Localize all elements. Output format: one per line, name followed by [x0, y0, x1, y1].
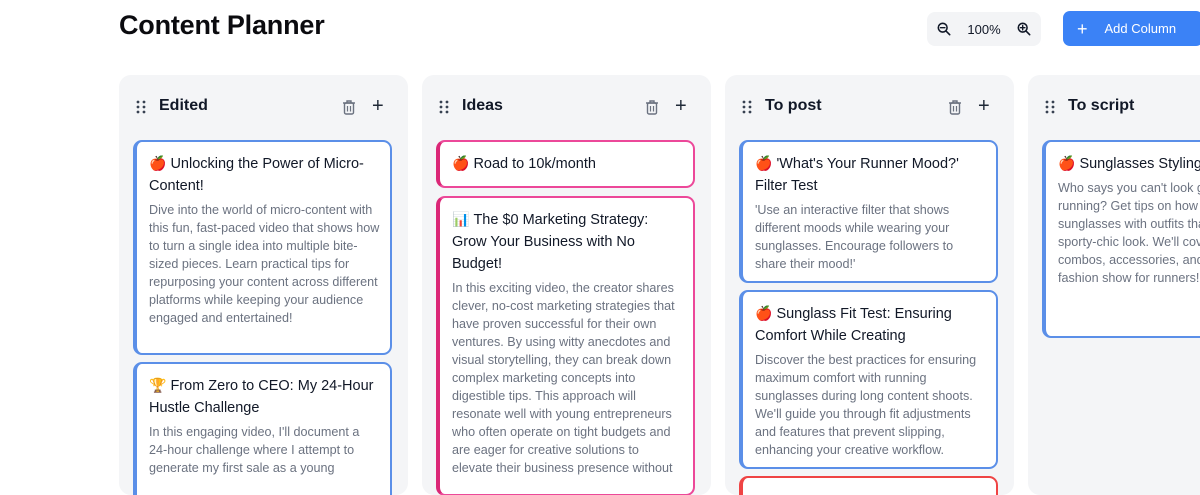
apple-icon: 🍎 — [755, 305, 773, 321]
card-title: 🏆 From Zero to CEO: My 24-Hour Hustle Cha… — [149, 377, 374, 416]
column-header: Edited + — [119, 93, 408, 121]
card-description: 'Use an interactive filter that shows di… — [755, 203, 954, 271]
card[interactable]: 🍎 Sunglass Fit Test: Ensuring Comfort Whi… — [739, 290, 998, 469]
column-to-post: To post + 🍎 'What's Your Runner Mood?' Fi… — [725, 75, 1014, 495]
card-title: 📊 The $0 Marketing Strategy: Grow Your Bu… — [452, 211, 649, 272]
apple-icon: 🍎 — [452, 155, 470, 171]
page-title: Content Planner — [119, 10, 325, 40]
zoom-out-button[interactable] — [935, 20, 953, 38]
card[interactable]: 🍎 Road to 10k/month — [436, 140, 695, 188]
column-header: To script — [1028, 93, 1200, 121]
card-description: Discover the best practices for ensuring… — [755, 353, 977, 457]
column-ideas: Ideas + 🍎 Road to 10k/month 📊 The $0 Marke… — [422, 75, 711, 495]
chart-icon: 📊 — [452, 211, 470, 227]
trash-icon[interactable] — [948, 99, 962, 115]
column-title: Edited — [159, 97, 208, 114]
card-description: Who says you can't look good while runni… — [1058, 181, 1200, 285]
apple-icon: 🍎 — [149, 155, 167, 171]
zoom-in-button[interactable] — [1015, 20, 1033, 38]
drag-handle-icon[interactable] — [439, 100, 449, 114]
trash-icon[interactable] — [342, 99, 356, 115]
column-header: Ideas + — [422, 93, 711, 121]
plus-icon: + — [1077, 18, 1088, 39]
card-description: In this exciting video, the creator shar… — [452, 281, 675, 475]
add-card-button[interactable]: + — [372, 96, 386, 116]
card-description: In this engaging video, I'll document a … — [149, 425, 360, 475]
card-title: 🍎Sunglasses Styling: Look Good While You — [1058, 155, 1200, 172]
card[interactable] — [739, 476, 998, 495]
trash-icon[interactable] — [645, 99, 659, 115]
column-header: To post + — [725, 93, 1014, 121]
column-edited: Edited + 🍎 Unlocking the Power of Micro-C… — [119, 75, 408, 495]
card[interactable]: 🍎 'What's Your Runner Mood?' Filter Test … — [739, 140, 998, 283]
apple-icon: 🍎 — [1058, 155, 1076, 171]
add-card-button[interactable]: + — [675, 96, 689, 116]
drag-handle-icon[interactable] — [742, 100, 752, 114]
drag-handle-icon[interactable] — [1045, 100, 1055, 114]
zoom-out-icon — [937, 22, 951, 36]
zoom-level: 100% — [967, 21, 1001, 37]
card[interactable]: 🍎Sunglasses Styling: Look Good While You… — [1042, 140, 1200, 338]
column-title: To post — [765, 97, 822, 114]
zoom-in-icon — [1017, 22, 1031, 36]
apple-icon: 🍎 — [755, 155, 773, 171]
card-title: 🍎 Road to 10k/month — [452, 155, 596, 172]
column-title: To script — [1068, 97, 1135, 114]
card-title: 🍎 Unlocking the Power of Micro-Content! — [149, 155, 364, 194]
card-title: 🍎 'What's Your Runner Mood?' Filter Test — [755, 155, 959, 194]
card-title: 🍎 Sunglass Fit Test: Ensuring Comfort Whi… — [755, 305, 952, 344]
add-column-label: Add Column — [1104, 21, 1177, 36]
card[interactable]: 📊 The $0 Marketing Strategy: Grow Your Bu… — [436, 196, 695, 495]
add-column-button[interactable]: + Add Column — [1063, 11, 1200, 46]
column-to-script: To script 🍎Sunglasses Styling: Look Good… — [1028, 75, 1200, 495]
card-description: Dive into the world of micro-content wit… — [149, 203, 380, 325]
trophy-icon: 🏆 — [149, 377, 167, 393]
zoom-control: 100% — [927, 12, 1041, 46]
card[interactable]: 🍎 Unlocking the Power of Micro-Content! D… — [133, 140, 392, 355]
card[interactable]: 🏆 From Zero to CEO: My 24-Hour Hustle Cha… — [133, 362, 392, 495]
add-card-button[interactable]: + — [978, 96, 992, 116]
drag-handle-icon[interactable] — [136, 100, 146, 114]
column-title: Ideas — [462, 97, 503, 114]
